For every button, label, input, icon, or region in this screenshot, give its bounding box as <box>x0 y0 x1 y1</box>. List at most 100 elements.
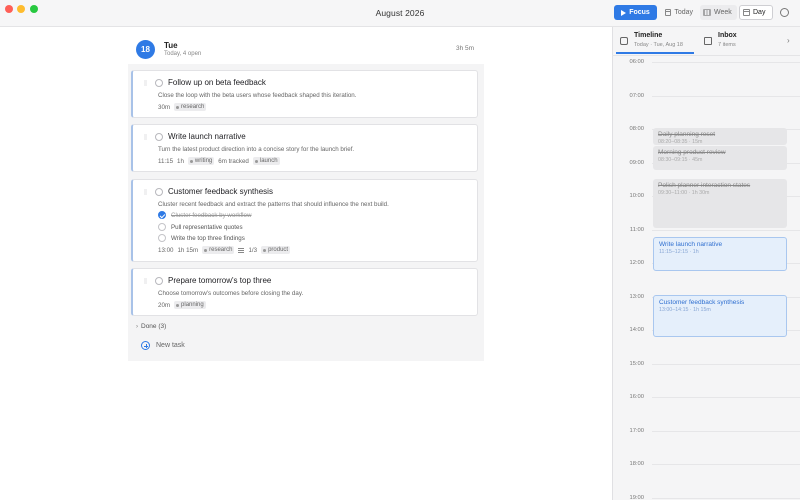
event-title: Customer feedback synthesis <box>659 299 745 306</box>
task-tag[interactable]: launch <box>252 157 280 165</box>
new-task-label: New task <box>156 342 185 349</box>
drag-handle-icon[interactable] <box>144 134 147 140</box>
hour-label: 06:00 <box>629 59 644 65</box>
task-checkbox[interactable] <box>155 133 163 141</box>
tab-subtitle: 7 items <box>718 42 736 48</box>
day-number-badge: 18 <box>136 40 155 59</box>
hour-gridline <box>652 95 800 97</box>
hour-label: 12:00 <box>629 260 644 266</box>
play-icon <box>621 9 627 16</box>
hour-label: 11:00 <box>629 226 644 233</box>
timeline-event[interactable]: Write launch narrative 11:15–12:15 · 1h <box>653 237 787 271</box>
day-total-duration: 3h 5m <box>456 45 475 52</box>
subtask-item[interactable]: Cluster feedback by workflow <box>158 211 251 219</box>
event-title: Daily planning reset <box>658 131 716 138</box>
task-tag[interactable]: product <box>261 246 291 254</box>
hour-label: 10:00 <box>629 193 644 199</box>
plus-circle-icon <box>141 341 150 350</box>
new-task-button[interactable]: New task <box>141 341 185 350</box>
drag-handle-icon[interactable] <box>144 80 147 86</box>
day-name: Tue <box>164 41 178 50</box>
hour-label: 18:00 <box>629 461 644 467</box>
task-checkbox[interactable] <box>155 188 163 196</box>
subtask-checkbox[interactable] <box>158 223 166 231</box>
today-button[interactable]: Today <box>662 5 696 20</box>
tab-inbox[interactable]: Inbox 7 items <box>700 29 790 54</box>
task-duration: 30m <box>158 103 171 111</box>
hour-gridline <box>652 229 800 231</box>
done-section-toggle[interactable]: › Done (3) <box>136 323 166 330</box>
task-tracked: 6m tracked <box>218 157 249 165</box>
timeline-event[interactable]: Morning product review 08:30–09:15 · 45m <box>653 146 787 170</box>
task-time: 13:00 <box>158 246 174 254</box>
hour-gridline <box>652 62 800 63</box>
hour-label: 17:00 <box>629 427 644 434</box>
task-title: Prepare tomorrow's top three <box>168 276 272 285</box>
week-button-label: Week <box>714 9 732 16</box>
hour-label: 14:00 <box>629 327 644 333</box>
task-tag[interactable]: research <box>174 103 207 111</box>
timeline-event[interactable]: Customer feedback synthesis 13:00–14:15 ·… <box>653 295 787 337</box>
task-description: Close the loop with the beta users whose… <box>158 92 357 99</box>
hour-label: 13:00 <box>629 293 644 300</box>
hour-label: 16:00 <box>629 394 644 400</box>
done-section-label: Done (3) <box>141 323 167 330</box>
task-description: Turn the latest product direction into a… <box>158 146 355 153</box>
day-subtitle: Today, 4 open <box>164 51 202 57</box>
tab-subtitle: Today · Tue, Aug 18 <box>634 42 683 48</box>
day-view-button[interactable]: Day <box>739 5 773 20</box>
chevron-right-icon[interactable]: › <box>787 36 790 45</box>
task-card[interactable]: Prepare tomorrow's top three Choose tomo… <box>131 268 478 316</box>
event-title: Write launch narrative <box>659 241 723 248</box>
tab-title: Inbox <box>718 32 737 39</box>
day-button-label: Day <box>753 9 766 16</box>
tab-timeline[interactable]: Timeline Today · Tue, Aug 18 <box>616 29 694 54</box>
task-meta: 20m planning <box>158 301 206 309</box>
task-tag[interactable]: research <box>202 246 235 254</box>
task-title: Follow up on beta feedback <box>168 78 266 87</box>
inbox-icon <box>704 37 712 45</box>
drag-handle-icon[interactable] <box>144 189 147 195</box>
hour-gridline <box>652 464 800 465</box>
task-title: Customer feedback synthesis <box>168 187 273 196</box>
task-card[interactable]: Customer feedback synthesis Cluster rece… <box>131 179 478 262</box>
gear-icon[interactable] <box>780 8 789 17</box>
task-meta: 11:15 1h writing 6m tracked launch <box>158 157 280 165</box>
task-tag[interactable]: writing <box>187 157 215 165</box>
subtask-checkbox[interactable] <box>158 234 166 242</box>
event-title: Polish planner interaction states <box>658 182 751 189</box>
event-time: 09:30–11:00 · 1h 30m <box>658 190 710 196</box>
task-checkbox[interactable] <box>155 277 163 285</box>
week-icon <box>703 9 711 16</box>
subtask-item[interactable]: Pull representative quotes <box>158 223 243 231</box>
subtask-item[interactable]: Write the top three findings <box>158 234 245 242</box>
tab-title: Timeline <box>634 32 663 39</box>
app-window: August 2026 Focus Today Week Day 18 Tue … <box>0 0 800 500</box>
chevron-right-icon: › <box>136 323 138 330</box>
drag-handle-icon[interactable] <box>144 278 147 284</box>
calendar-icon <box>665 9 672 16</box>
task-meta: 13:00 1h 15m research 1/3 product <box>158 246 291 254</box>
subtask-label: Cluster feedback by workflow <box>171 211 252 219</box>
subtask-checkbox[interactable] <box>158 211 166 219</box>
hour-gridline <box>652 430 800 432</box>
event-time: 13:00–14:15 · 1h 15m <box>659 307 711 313</box>
today-button-label: Today <box>674 9 693 16</box>
task-duration: 20m <box>158 301 171 309</box>
hour-label: 09:00 <box>629 159 644 166</box>
task-description: Choose tomorrow's outcomes before closin… <box>158 290 304 297</box>
subtask-progress: 1/3 <box>248 246 258 254</box>
event-time: 08:30–09:15 · 45m <box>658 157 703 163</box>
task-tag[interactable]: planning <box>174 301 206 309</box>
focus-button[interactable]: Focus <box>614 5 657 20</box>
week-view-button[interactable]: Week <box>700 5 737 20</box>
task-card[interactable]: Follow up on beta feedback Close the loo… <box>131 70 478 118</box>
task-checkbox[interactable] <box>155 79 163 87</box>
subtask-label: Write the top three findings <box>171 234 245 242</box>
focus-button-label: Focus <box>629 9 650 16</box>
task-card[interactable]: Write launch narrative Turn the latest p… <box>131 124 478 172</box>
task-duration: 1h <box>177 157 184 165</box>
event-time: 11:15–12:15 · 1h <box>659 249 699 255</box>
timeline-event[interactable]: Daily planning reset 08:20–08:35 · 15m <box>653 128 787 145</box>
timeline-event[interactable]: Polish planner interaction states 09:30–1… <box>653 179 787 228</box>
